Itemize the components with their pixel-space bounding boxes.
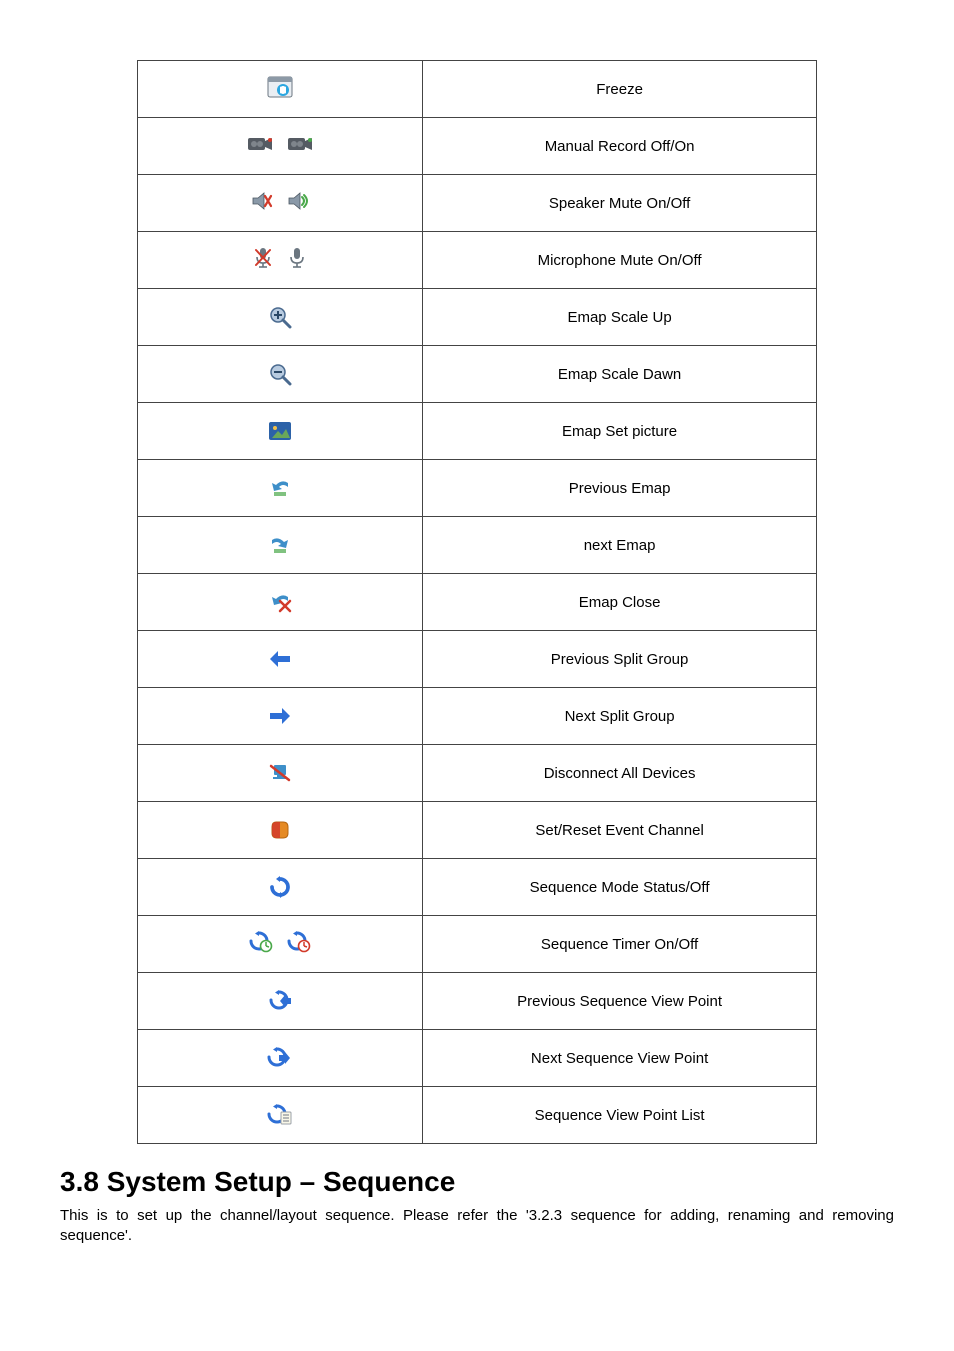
- table-row: Sequence Timer On/Off: [138, 916, 817, 973]
- label-cell: Previous Split Group: [423, 631, 817, 688]
- label-cell: Set/Reset Event Channel: [423, 802, 817, 859]
- icon-cell: [138, 973, 423, 1030]
- sequence-list-icon: [267, 1104, 293, 1126]
- record-on-icon: [287, 135, 313, 153]
- icon-cell: [138, 61, 423, 118]
- section-heading: 3.8 System Setup – Sequence: [60, 1166, 894, 1198]
- picture-icon: [268, 421, 292, 441]
- icon-cell: [138, 574, 423, 631]
- label-cell: Emap Close: [423, 574, 817, 631]
- record-off-icon: [247, 135, 273, 153]
- icon-cell: [138, 745, 423, 802]
- icon-cell: [138, 916, 423, 973]
- table-row: Speaker Mute On/Off: [138, 175, 817, 232]
- table-row: Set/Reset Event Channel: [138, 802, 817, 859]
- prev-emap-icon: [268, 477, 292, 499]
- table-row: Emap Scale Dawn: [138, 346, 817, 403]
- sequence-timer-on-icon: [249, 931, 273, 953]
- label-cell: Microphone Mute On/Off: [423, 232, 817, 289]
- speaker-mute-icon: [251, 191, 273, 211]
- icon-cell: [138, 175, 423, 232]
- icon-cell: [138, 688, 423, 745]
- label-cell: Previous Sequence View Point: [423, 973, 817, 1030]
- table-row: Manual Record Off/On: [138, 118, 817, 175]
- table-row: Previous Emap: [138, 460, 817, 517]
- sequence-prev-icon: [267, 990, 293, 1012]
- mic-mute-icon: [253, 247, 273, 269]
- label-cell: Next Sequence View Point: [423, 1030, 817, 1087]
- mic-on-icon: [287, 247, 307, 269]
- label-cell: Emap Scale Up: [423, 289, 817, 346]
- label-cell: Disconnect All Devices: [423, 745, 817, 802]
- label-cell: Speaker Mute On/Off: [423, 175, 817, 232]
- icon-cell: [138, 289, 423, 346]
- icon-cell: [138, 631, 423, 688]
- table-row: Next Sequence View Point: [138, 1030, 817, 1087]
- speaker-on-icon: [287, 191, 309, 211]
- table-row: Next Split Group: [138, 688, 817, 745]
- event-channel-icon: [269, 819, 291, 841]
- label-cell: Freeze: [423, 61, 817, 118]
- table-row: Sequence View Point List: [138, 1087, 817, 1144]
- label-cell: Sequence Mode Status/Off: [423, 859, 817, 916]
- icon-cell: [138, 859, 423, 916]
- table-row: Emap Close: [138, 574, 817, 631]
- table-row: Microphone Mute On/Off: [138, 232, 817, 289]
- label-cell: Next Split Group: [423, 688, 817, 745]
- icon-cell: [138, 460, 423, 517]
- label-cell: Emap Scale Dawn: [423, 346, 817, 403]
- table-row: Emap Scale Up: [138, 289, 817, 346]
- label-cell: Previous Emap: [423, 460, 817, 517]
- next-emap-icon: [268, 534, 292, 556]
- sequence-timer-off-icon: [287, 931, 311, 953]
- label-cell: Manual Record Off/On: [423, 118, 817, 175]
- table-row: next Emap: [138, 517, 817, 574]
- table-row: Freeze: [138, 61, 817, 118]
- icon-cell: [138, 346, 423, 403]
- freeze-icon: [267, 76, 293, 98]
- icon-cell: [138, 403, 423, 460]
- table-row: Disconnect All Devices: [138, 745, 817, 802]
- page: Freeze: [0, 0, 954, 1327]
- icon-cell: [138, 118, 423, 175]
- zoom-in-icon: [268, 305, 292, 329]
- label-cell: Sequence Timer On/Off: [423, 916, 817, 973]
- label-cell: next Emap: [423, 517, 817, 574]
- arrow-right-icon: [268, 706, 292, 726]
- label-cell: Sequence View Point List: [423, 1087, 817, 1144]
- table-row: Previous Sequence View Point: [138, 973, 817, 1030]
- table-row: Sequence Mode Status/Off: [138, 859, 817, 916]
- arrow-left-icon: [268, 649, 292, 669]
- table-row: Emap Set picture: [138, 403, 817, 460]
- zoom-out-icon: [268, 362, 292, 386]
- disconnect-icon: [268, 763, 292, 783]
- icon-cell: [138, 232, 423, 289]
- icon-cell: [138, 1030, 423, 1087]
- icon-cell: [138, 1087, 423, 1144]
- sequence-next-icon: [267, 1047, 293, 1069]
- label-cell: Emap Set picture: [423, 403, 817, 460]
- table-row: Previous Split Group: [138, 631, 817, 688]
- icon-legend-table: Freeze: [137, 60, 817, 1144]
- section-body: This is to set up the channel/layout seq…: [60, 1206, 894, 1247]
- icon-cell: [138, 517, 423, 574]
- sequence-status-icon: [269, 876, 291, 898]
- emap-close-icon: [268, 591, 292, 613]
- icon-cell: [138, 802, 423, 859]
